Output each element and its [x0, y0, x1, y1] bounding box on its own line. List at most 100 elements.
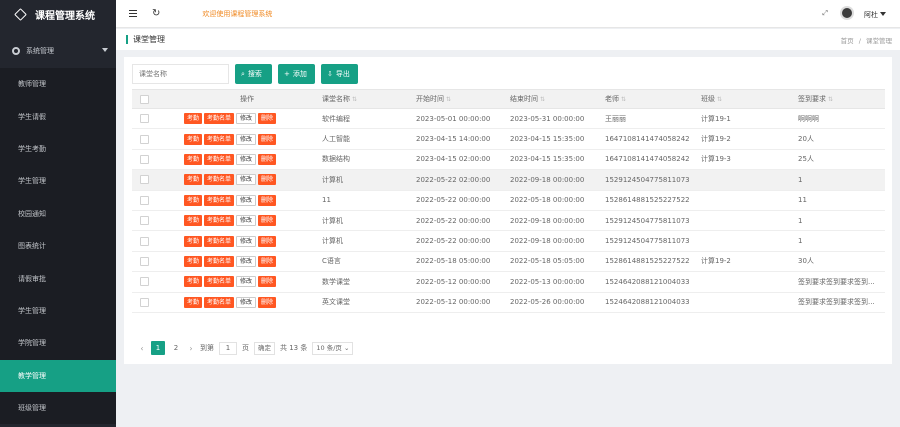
sort-icon[interactable]: ⇅	[621, 96, 626, 103]
system-menu-group[interactable]: 系统管理	[0, 34, 116, 68]
edit-button[interactable]: 修改	[236, 133, 257, 145]
attend-list-button[interactable]: 考勤名单	[204, 174, 235, 186]
add-button[interactable]: + 添加	[278, 64, 315, 84]
delete-button[interactable]: 删除	[258, 194, 277, 206]
edit-button[interactable]: 修改	[236, 255, 257, 267]
edit-button[interactable]: 修改	[236, 194, 257, 206]
sidebar-item[interactable]: 学生请假	[0, 100, 116, 132]
col-end[interactable]: 结束时间 ⇅	[506, 89, 601, 109]
sidebar-item[interactable]: 图表统计	[0, 230, 116, 262]
row-checkbox[interactable]	[140, 195, 149, 205]
row-checkbox[interactable]	[140, 175, 149, 185]
sidebar-item[interactable]: 请假审批	[0, 262, 116, 294]
delete-button[interactable]: 删除	[258, 153, 277, 165]
sidebar-item[interactable]: 班级管理	[0, 392, 116, 424]
sidebar-item[interactable]: 学生管理	[0, 165, 116, 197]
page-2[interactable]: 2	[170, 344, 182, 352]
edit-button[interactable]: 修改	[236, 276, 257, 288]
row-checkbox[interactable]	[140, 114, 149, 124]
table-row[interactable]: 考勤 考勤名单 修改 删除 计算机 2022-05-22 00:00:00 2022-09-…	[132, 230, 885, 252]
row-checkbox[interactable]	[140, 216, 149, 226]
table-row[interactable]: 考勤 考勤名单 修改 删除 英文课堂 2022-05-12 00:00:00 2022-05…	[132, 292, 885, 313]
sort-icon[interactable]: ⇅	[352, 96, 357, 103]
sort-icon[interactable]: ⇅	[446, 96, 451, 103]
sidebar-item[interactable]: 教师管理	[0, 68, 116, 100]
edit-button[interactable]: 修改	[236, 153, 257, 165]
edit-button[interactable]: 修改	[236, 235, 257, 247]
attend-button[interactable]: 考勤	[184, 133, 203, 145]
attend-button[interactable]: 考勤	[184, 276, 203, 288]
table-row[interactable]: 考勤 考勤名单 修改 删除 计算机 2022-05-22 02:00:00 2022-09-…	[132, 169, 885, 191]
row-checkbox[interactable]	[140, 297, 149, 307]
attend-list-button[interactable]: 考勤名单	[204, 296, 235, 308]
edit-button[interactable]: 修改	[236, 113, 257, 125]
delete-button[interactable]: 删除	[258, 296, 277, 308]
fullscreen-icon[interactable]: ⤢	[822, 9, 828, 18]
search-button[interactable]: ⌕ 搜索	[235, 64, 272, 84]
sidebar-item[interactable]: 学生考勤	[0, 133, 116, 165]
attend-list-button[interactable]: 考勤名单	[204, 133, 235, 145]
sort-icon[interactable]: ⇅	[540, 96, 545, 103]
menu-toggle-icon[interactable]	[129, 10, 137, 17]
row-checkbox[interactable]	[140, 236, 149, 246]
breadcrumb-home[interactable]: 首页	[841, 37, 854, 45]
delete-button[interactable]: 删除	[258, 215, 277, 227]
sort-icon[interactable]: ⇅	[828, 96, 833, 103]
export-button[interactable]: ⇩ 导出	[321, 64, 358, 84]
table-row[interactable]: 考勤 考勤名单 修改 删除 C语言 2022-05-18 05:00:00 2022-05-…	[132, 251, 885, 273]
delete-button[interactable]: 删除	[258, 276, 277, 288]
sidebar-item[interactable]: 教学管理	[0, 359, 116, 392]
attend-button[interactable]: 考勤	[184, 174, 203, 186]
sort-icon[interactable]: ⇅	[717, 96, 722, 103]
delete-button[interactable]: 删除	[258, 113, 277, 125]
attend-list-button[interactable]: 考勤名单	[204, 153, 235, 165]
attend-list-button[interactable]: 考勤名单	[204, 194, 235, 206]
col-req[interactable]: 签到要求 ⇅	[794, 89, 885, 109]
search-input[interactable]	[132, 64, 229, 84]
delete-button[interactable]: 删除	[258, 133, 277, 145]
attend-button[interactable]: 考勤	[184, 113, 203, 125]
edit-button[interactable]: 修改	[236, 215, 257, 227]
table-row[interactable]: 考勤 考勤名单 修改 删除 数学课堂 2022-05-12 00:00:00 2022-05…	[132, 271, 885, 293]
page-1[interactable]: 1	[151, 341, 165, 355]
table-row[interactable]: 考勤 考勤名单 修改 删除 11 2022-05-22 00:00:00 2022-05-1…	[132, 190, 885, 211]
page-size-select[interactable]: 10 条/页 ⌄	[312, 341, 354, 355]
attend-list-button[interactable]: 考勤名单	[204, 255, 235, 267]
attend-button[interactable]: 考勤	[184, 215, 203, 227]
row-checkbox[interactable]	[140, 154, 149, 164]
table-row[interactable]: 考勤 考勤名单 修改 删除 数据结构 2023-04-15 02:00:00 2023-04…	[132, 149, 885, 171]
avatar[interactable]	[840, 6, 854, 20]
table-row[interactable]: 考勤 考勤名单 修改 删除 计算机 2022-05-22 00:00:00 2022-09-…	[132, 210, 885, 232]
goto-page-input[interactable]: 1	[219, 341, 237, 355]
attend-list-button[interactable]: 考勤名单	[204, 215, 235, 227]
attend-list-button[interactable]: 考勤名单	[204, 276, 235, 288]
delete-button[interactable]: 删除	[258, 255, 277, 267]
edit-button[interactable]: 修改	[236, 296, 257, 308]
next-page-icon[interactable]: ›	[187, 344, 195, 353]
goto-confirm-button[interactable]: 确定	[254, 341, 275, 355]
attend-list-button[interactable]: 考勤名单	[204, 235, 235, 247]
row-checkbox[interactable]	[140, 256, 149, 266]
attend-button[interactable]: 考勤	[184, 153, 203, 165]
attend-button[interactable]: 考勤	[184, 255, 203, 267]
col-teacher[interactable]: 老师 ⇅	[601, 89, 697, 109]
table-row[interactable]: 考勤 考勤名单 修改 删除 人工智能 2023-04-15 14:00:00 2023-04…	[132, 128, 885, 150]
sidebar-item[interactable]: 校园通知	[0, 198, 116, 230]
prev-page-icon[interactable]: ‹	[138, 344, 146, 353]
row-checkbox[interactable]	[140, 134, 149, 144]
table-row[interactable]: 考勤 考勤名单 修改 删除 软件编程 2023-05-01 00:00:00 2023-05…	[132, 108, 885, 130]
username[interactable]: 阿杜	[864, 10, 878, 20]
delete-button[interactable]: 删除	[258, 235, 277, 247]
col-name[interactable]: 课堂名称 ⇅	[318, 89, 412, 109]
row-checkbox[interactable]	[140, 277, 149, 287]
chevron-down-icon[interactable]	[880, 12, 886, 16]
attend-button[interactable]: 考勤	[184, 194, 203, 206]
attend-list-button[interactable]: 考勤名单	[204, 113, 235, 125]
edit-button[interactable]: 修改	[236, 174, 257, 186]
select-all-checkbox[interactable]	[140, 94, 149, 104]
attend-button[interactable]: 考勤	[184, 235, 203, 247]
sidebar-item[interactable]: 学院管理	[0, 327, 116, 359]
refresh-icon[interactable]: ↻	[152, 8, 160, 19]
delete-button[interactable]: 删除	[258, 174, 277, 186]
col-start[interactable]: 开始时间 ⇅	[412, 89, 506, 109]
